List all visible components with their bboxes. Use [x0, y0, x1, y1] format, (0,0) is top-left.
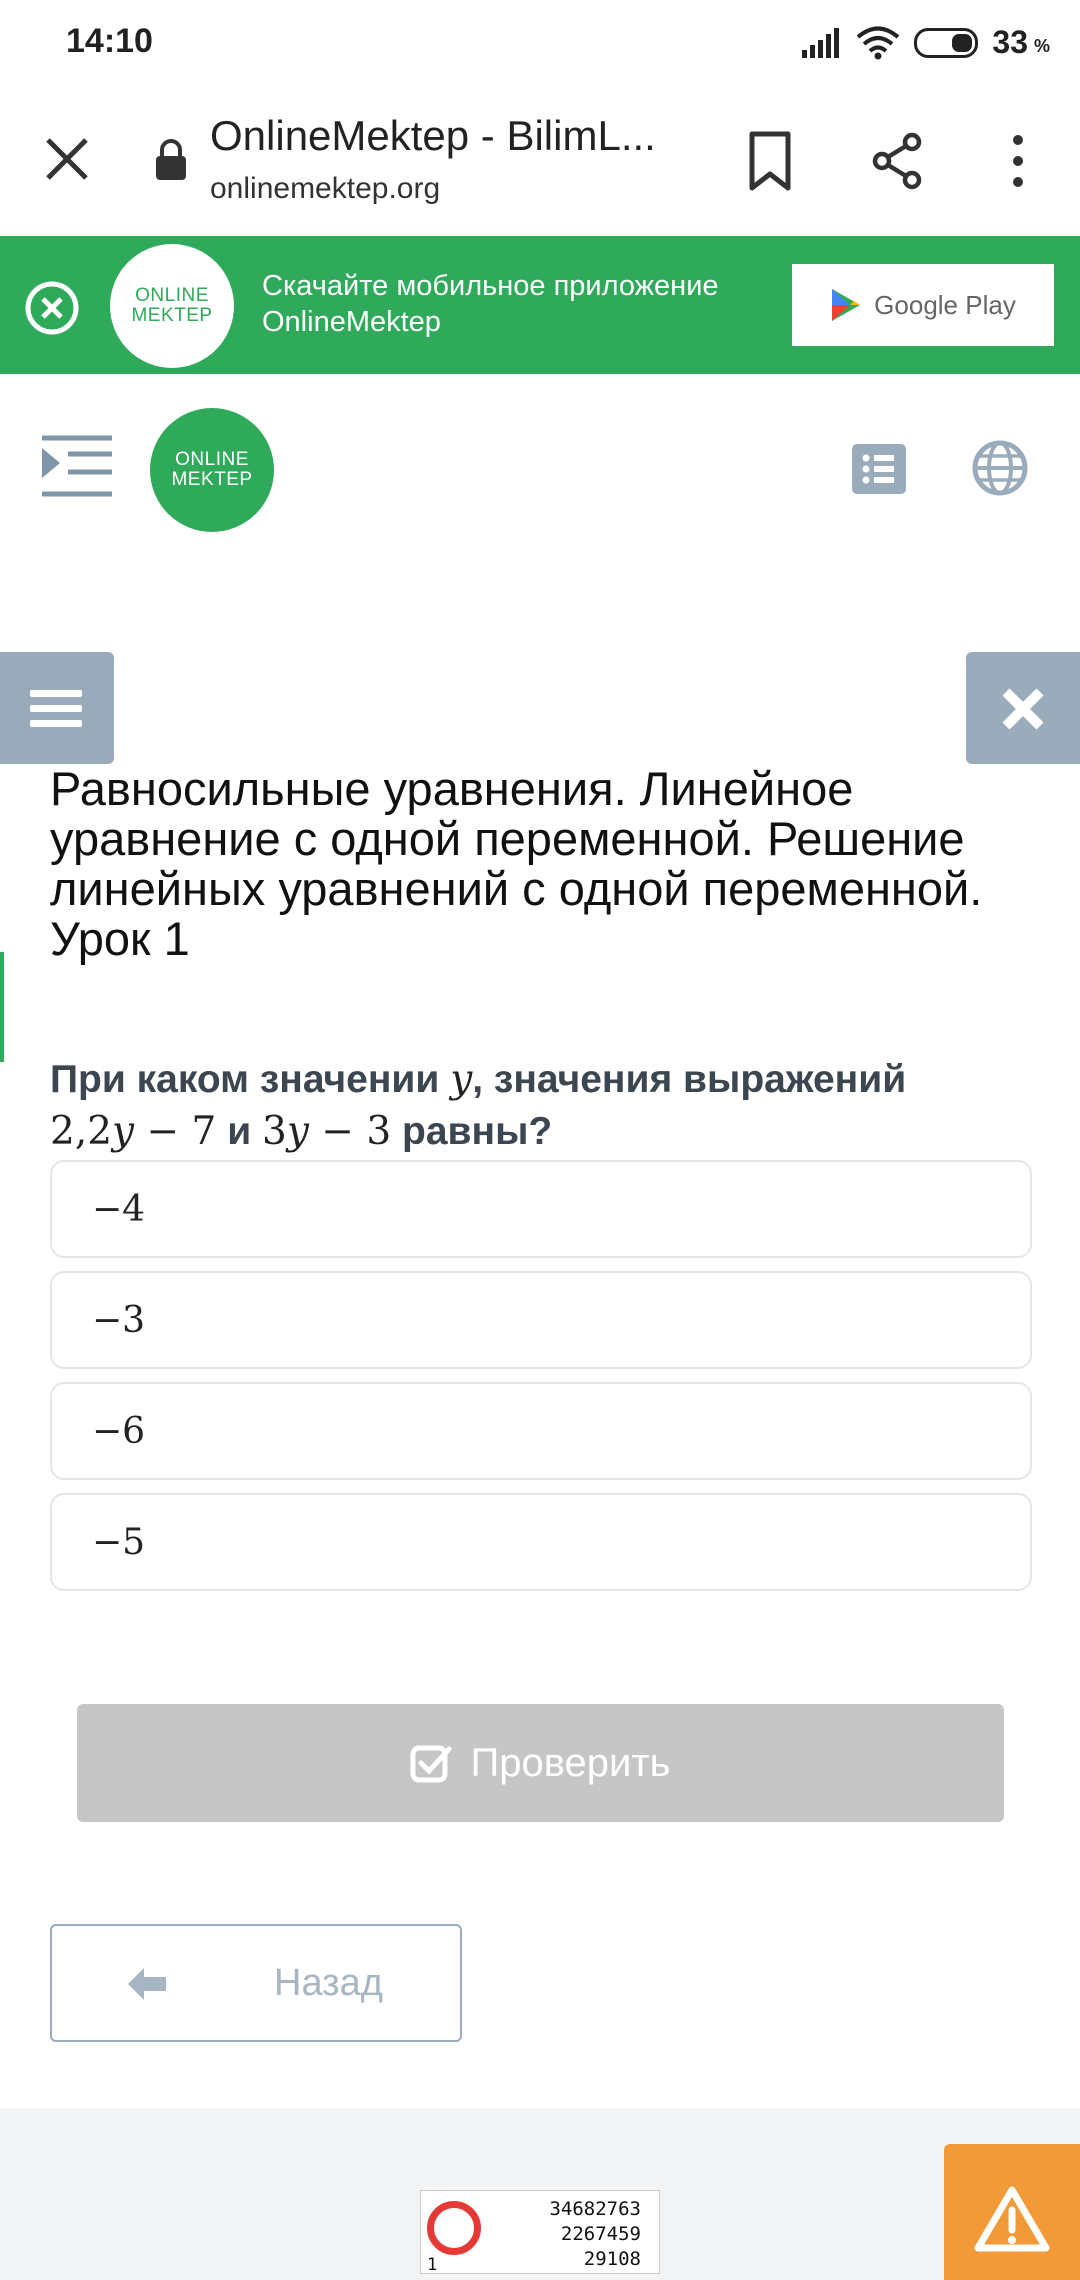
answer-option[interactable]: −6 — [50, 1382, 1032, 1480]
expr1-rest: − 7 — [134, 1109, 217, 1154]
banner-text: Скачайте мобильное приложение OnlineMekt… — [262, 268, 719, 340]
list-icon — [862, 454, 894, 484]
report-problem-button[interactable] — [944, 2144, 1080, 2280]
battery-icon — [914, 27, 979, 58]
counter-digit: 1 — [427, 2255, 438, 2275]
google-play-label: Google Play — [874, 289, 1016, 320]
globe-icon[interactable] — [972, 440, 1028, 496]
lesson-menu-button[interactable] — [0, 652, 114, 764]
status-indicators: 33 % — [800, 24, 1050, 61]
answer-option[interactable]: −5 — [50, 1493, 1032, 1591]
expr2-var: y — [286, 1109, 309, 1154]
wifi-icon — [857, 26, 900, 59]
question-text: При каком значении y, значения выражений… — [50, 1054, 1050, 1158]
hamburger-icon — [30, 690, 82, 727]
counter-line1: 34682763 — [549, 2198, 641, 2220]
counter-logo-icon — [427, 2201, 481, 2255]
check-button[interactable]: Проверить — [77, 1704, 1004, 1822]
expr1-var: y — [112, 1109, 135, 1154]
expression-2: 3y − 3 — [262, 1109, 391, 1154]
site-header: ONLINE MEKTEP — [0, 374, 1080, 574]
question-variable: y — [450, 1057, 472, 1102]
question-suffix: равны? — [391, 1110, 553, 1153]
banner-logo-line1: ONLINE — [135, 285, 209, 306]
list-view-button[interactable] — [852, 444, 906, 494]
close-tab-icon[interactable] — [40, 132, 94, 186]
battery-unit: % — [1033, 36, 1050, 56]
arrow-left-icon — [128, 1968, 166, 2000]
banner-logo: ONLINE MEKTEP — [110, 244, 234, 368]
question-conjunction: и — [216, 1110, 263, 1153]
page-title: OnlineMektep - BilimL... — [210, 112, 656, 159]
signal-icon — [802, 27, 840, 58]
site-logo[interactable]: ONLINE MEKTEP — [150, 408, 274, 532]
question-prefix: При каком значении — [50, 1058, 451, 1101]
variable-y: y — [450, 1057, 473, 1102]
expr2-rest: − 3 — [308, 1109, 392, 1154]
counter-line2: 2267459 — [560, 2223, 641, 2245]
close-lesson-button[interactable] — [966, 652, 1080, 764]
banner-logo-line2: MEKTEP — [131, 305, 213, 326]
answer-options: −4 −3 −6 −5 — [50, 1160, 1032, 1604]
banner-text-line1: Скачайте мобильное приложение — [262, 270, 719, 302]
banner-text-line2: OnlineMektep — [262, 306, 441, 338]
page-url[interactable]: onlinemektep.org — [210, 172, 440, 206]
expr1-coef: 2,2 — [50, 1109, 113, 1154]
left-accent-bar — [0, 952, 4, 1062]
share-icon[interactable] — [870, 130, 926, 192]
menu-toggle-icon[interactable] — [42, 434, 112, 500]
visit-counter[interactable]: 1 34682763 2267459 29108 — [420, 2190, 660, 2275]
page-footer: 1 34682763 2267459 29108 — [0, 2108, 1080, 2280]
battery-level: 33 — [992, 24, 1028, 60]
browser-toolbar: OnlineMektep - BilimL... onlinemektep.or… — [0, 90, 1080, 236]
play-store-icon — [832, 289, 861, 321]
warning-icon — [974, 2186, 1050, 2252]
bookmark-icon[interactable] — [742, 130, 798, 192]
banner-close-icon[interactable] — [24, 280, 80, 336]
expression-1: 2,2y − 7 — [50, 1109, 216, 1154]
counter-values: 34682763 2267459 29108 — [549, 2197, 641, 2272]
site-logo-line1: ONLINE — [175, 449, 249, 470]
more-options-icon[interactable] — [990, 130, 1046, 192]
app-download-banner: ONLINE MEKTEP Скачайте мобильное приложе… — [0, 236, 1080, 374]
checkbox-icon — [410, 1745, 452, 1783]
site-logo-line2: MEKTEP — [171, 469, 253, 490]
lock-icon — [156, 139, 186, 180]
lesson-title: Равносильные уравнения. Линейное уравнен… — [50, 762, 983, 965]
close-icon — [1002, 688, 1044, 730]
question-middle: , значения выражений — [472, 1058, 907, 1101]
back-button[interactable]: Назад — [50, 1924, 462, 2042]
status-time: 14:10 — [66, 22, 153, 60]
google-play-button[interactable]: Google Play — [792, 264, 1054, 346]
answer-option[interactable]: −3 — [50, 1271, 1032, 1369]
back-button-label: Назад — [274, 1962, 383, 2004]
status-bar: 14:10 33 % — [0, 0, 1080, 90]
check-button-label: Проверить — [470, 1740, 671, 1785]
expr2-coef: 3 — [262, 1109, 287, 1154]
answer-option[interactable]: −4 — [50, 1160, 1032, 1258]
counter-line3: 29108 — [583, 2248, 641, 2270]
